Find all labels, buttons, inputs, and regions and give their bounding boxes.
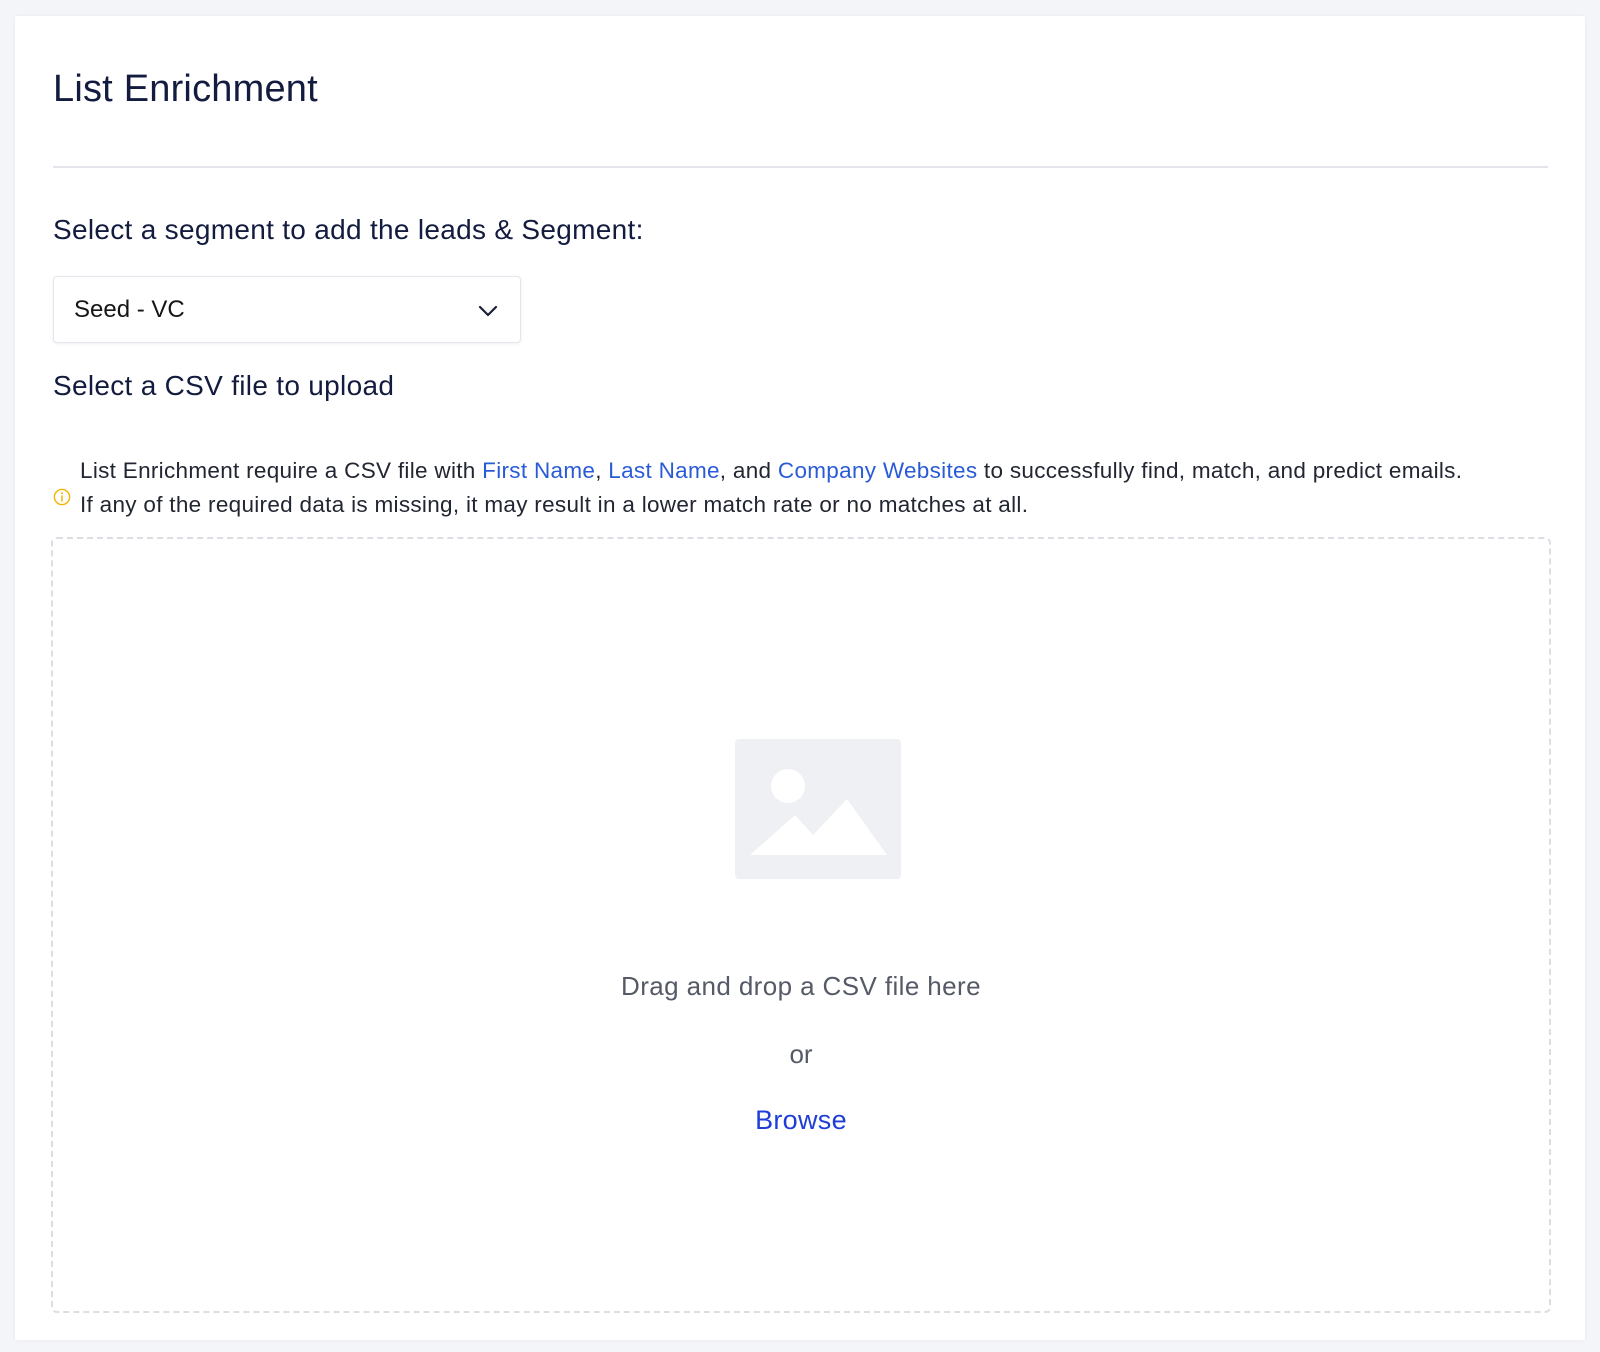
notice-text: List Enrichment require a CSV file with … — [80, 454, 1570, 522]
csv-dropzone[interactable]: Drag and drop a CSV file here or Browse — [51, 537, 1551, 1313]
notice-separator: , — [595, 458, 609, 483]
segment-select[interactable]: Seed - VC — [53, 276, 521, 343]
segment-select-label: Select a segment to add the leads & Segm… — [53, 214, 644, 245]
notice-text-before: List Enrichment require a CSV file with — [80, 458, 483, 483]
chevron-down-icon — [478, 305, 498, 317]
list-enrichment-card: List Enrichment Select a segment to add … — [15, 16, 1585, 1340]
browse-button[interactable]: Browse — [755, 1105, 847, 1135]
company-websites-link[interactable]: Company Websites — [778, 458, 977, 483]
browse-link-wrapper: Browse — [53, 1105, 1549, 1136]
image-placeholder-icon — [735, 739, 901, 879]
notice-text-after: to successfully find, match, and predict… — [977, 458, 1463, 483]
title-divider — [53, 166, 1548, 168]
page-title: List Enrichment — [53, 68, 318, 110]
segment-select-value: Seed - VC — [74, 296, 185, 323]
or-text: or — [789, 1039, 813, 1069]
first-name-link[interactable]: First Name — [482, 458, 595, 483]
last-name-link[interactable]: Last Name — [608, 458, 720, 483]
drag-drop-text: Drag and drop a CSV file here — [621, 971, 981, 1001]
notice-text-line2: If any of the required data is missing, … — [80, 492, 1029, 517]
info-icon — [53, 488, 71, 506]
csv-upload-label: Select a CSV file to upload — [53, 370, 395, 401]
notice-separator: , and — [719, 458, 778, 483]
